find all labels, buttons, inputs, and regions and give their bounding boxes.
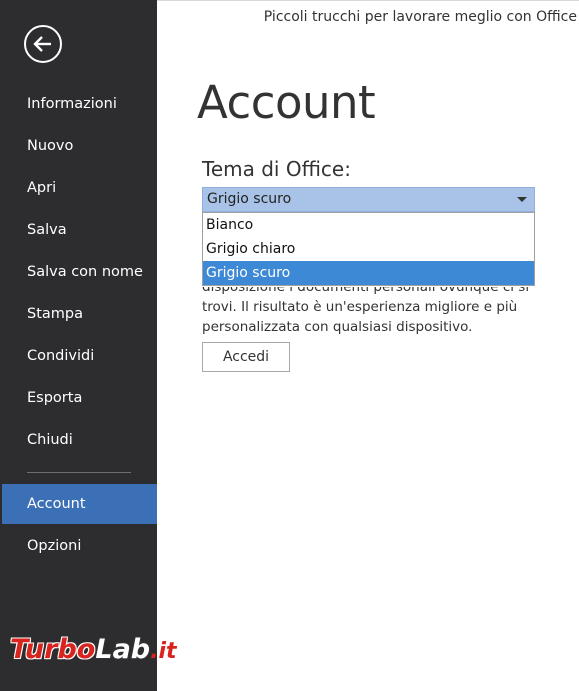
sidebar-item-chiudi[interactable]: Chiudi: [0, 420, 157, 460]
sidebar-item-opzioni[interactable]: Opzioni: [0, 526, 157, 566]
page-title: Account: [197, 76, 376, 129]
theme-option-bianco[interactable]: Bianco: [203, 213, 534, 237]
theme-select-value: Grigio scuro: [207, 191, 292, 207]
sidebar-item-condividi[interactable]: Condividi: [0, 336, 157, 376]
watermark-logo: TurboLab.it: [10, 628, 210, 678]
sidebar-item-stampa[interactable]: Stampa: [0, 294, 157, 334]
backstage-sidebar: Informazioni Nuovo Apri Salva Salva con …: [0, 0, 157, 691]
description-line: trovi. Il risultato è un'esperienza migl…: [202, 299, 518, 315]
sidebar-divider: [27, 472, 131, 473]
sidebar-item-salva-con-nome[interactable]: Salva con nome: [0, 252, 157, 292]
sidebar-item-apri[interactable]: Apri: [0, 168, 157, 208]
sidebar-item-informazioni[interactable]: Informazioni: [0, 84, 157, 124]
back-button[interactable]: [24, 25, 62, 63]
theme-option-grigio-chiaro[interactable]: Grigio chiaro: [203, 237, 534, 261]
sidebar-item-nuovo[interactable]: Nuovo: [0, 126, 157, 166]
theme-select[interactable]: Grigio scuro: [202, 187, 535, 212]
sidebar-item-salva[interactable]: Salva: [0, 210, 157, 250]
window-title: Piccoli trucchi per lavorare meglio con …: [263, 9, 577, 25]
signin-button[interactable]: Accedi: [202, 342, 290, 372]
theme-label: Tema di Office:: [202, 157, 351, 181]
arrow-left-icon: [33, 36, 51, 52]
account-description: disposizione i documenti personali ovunq…: [202, 287, 542, 337]
theme-dropdown-list: Bianco Grigio chiaro Grigio scuro: [202, 212, 535, 286]
sidebar-item-esporta[interactable]: Esporta: [0, 378, 157, 418]
description-line: personalizzata con qualsiasi dispositivo…: [202, 319, 473, 335]
top-border: [157, 0, 579, 1]
theme-option-grigio-scuro[interactable]: Grigio scuro: [203, 261, 534, 285]
sidebar-item-account[interactable]: Account: [2, 484, 157, 524]
chevron-down-icon: [517, 197, 527, 202]
description-line: disposizione i documenti personali ovunq…: [202, 287, 530, 295]
watermark-text: TurboLab.it: [10, 634, 177, 665]
